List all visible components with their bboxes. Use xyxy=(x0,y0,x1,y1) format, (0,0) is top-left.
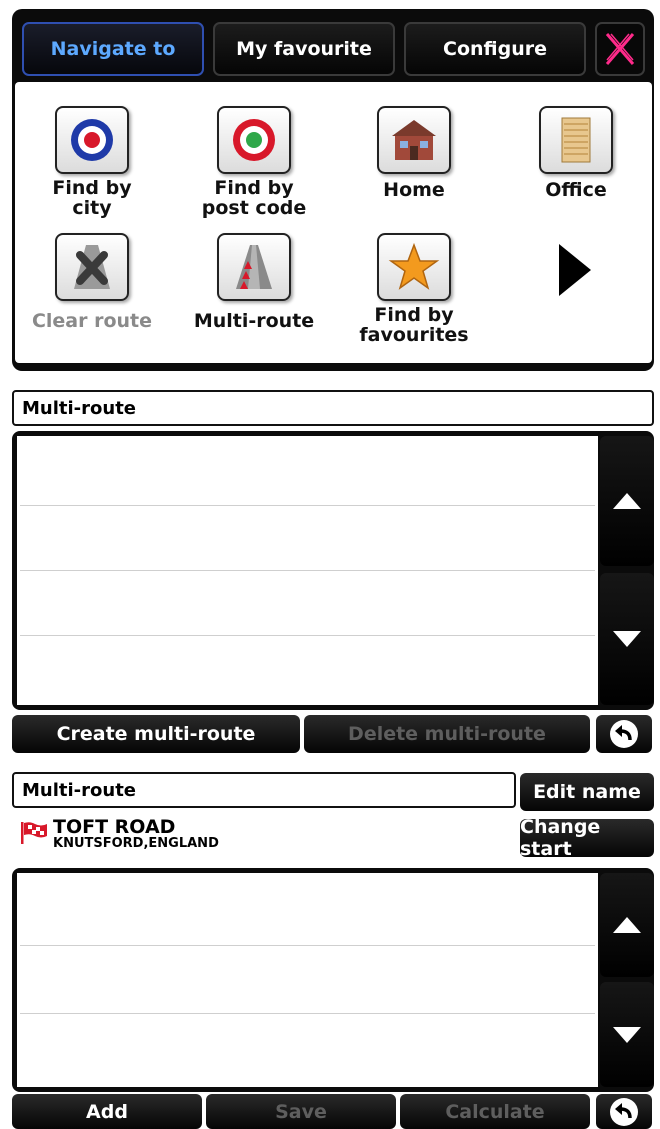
save-button[interactable]: Save xyxy=(206,1094,396,1129)
arrow-up-icon xyxy=(613,493,641,509)
close-icon xyxy=(605,33,635,65)
add-button[interactable]: Add xyxy=(12,1094,202,1129)
arrow-down-icon xyxy=(613,631,641,647)
office-button[interactable]: Office xyxy=(496,106,656,200)
next-page-button[interactable] xyxy=(555,242,595,298)
back-arrow-icon xyxy=(610,720,638,748)
home-button[interactable]: Home xyxy=(334,106,494,200)
find-by-favourites-button[interactable]: Find by favourites xyxy=(334,233,494,345)
list-divider xyxy=(20,945,595,946)
list-divider xyxy=(20,1013,595,1014)
clear-route-icon xyxy=(55,233,129,301)
scroll-up-button[interactable] xyxy=(600,436,654,566)
menu-item-label: city xyxy=(72,197,112,219)
waypoint-list-area[interactable] xyxy=(17,873,598,1087)
list-divider xyxy=(20,570,595,571)
scroll-down-button[interactable] xyxy=(600,573,654,705)
tab-my-favourite[interactable]: My favourite xyxy=(213,22,395,76)
tab-navigate-to[interactable]: Navigate to xyxy=(22,22,204,76)
menu-item-label: Find by xyxy=(52,177,132,199)
multi-route-button[interactable]: Multi-route xyxy=(174,233,334,331)
multi-route-icon xyxy=(217,233,291,301)
back-arrow-icon xyxy=(610,1097,638,1126)
list-divider xyxy=(20,635,595,636)
target-green-icon xyxy=(217,106,291,174)
close-button[interactable] xyxy=(595,22,645,76)
menu-item-label: favourites xyxy=(359,324,469,346)
back-button[interactable] xyxy=(596,1094,652,1129)
change-start-button[interactable]: Change start xyxy=(520,816,654,860)
route-name-field[interactable]: Multi-route xyxy=(12,772,516,808)
target-blue-icon xyxy=(55,106,129,174)
start-place: KNUTSFORD,ENGLAND xyxy=(53,836,219,851)
office-icon xyxy=(539,106,613,174)
edit-name-button[interactable]: Edit name xyxy=(520,773,654,811)
clear-route-button[interactable]: Clear route xyxy=(12,233,172,331)
tab-configure[interactable]: Configure xyxy=(404,22,586,76)
menu-item-label: Find by xyxy=(214,177,294,199)
menu-item-label: Home xyxy=(383,179,445,201)
calculate-button[interactable]: Calculate xyxy=(400,1094,590,1129)
find-by-city-button[interactable]: Find by city xyxy=(12,106,172,218)
start-street: TOFT ROAD xyxy=(53,816,176,838)
create-multi-route-button[interactable]: Create multi-route xyxy=(12,715,300,753)
menu-item-label: Multi-route xyxy=(193,310,315,332)
menu-item-label: Office xyxy=(545,179,607,201)
triangle-right-icon xyxy=(559,244,591,296)
scroll-up-button[interactable] xyxy=(600,873,654,977)
home-icon xyxy=(377,106,451,174)
menu-item-label: post code xyxy=(201,197,307,219)
scroll-down-button[interactable] xyxy=(600,982,654,1087)
back-button[interactable] xyxy=(596,715,652,753)
list-divider xyxy=(20,505,595,506)
multi-route-title: Multi-route xyxy=(12,390,654,426)
flag-icon xyxy=(20,821,50,845)
menu-item-label: Find by xyxy=(374,304,454,326)
arrow-up-icon xyxy=(613,917,641,933)
arrow-down-icon xyxy=(613,1026,641,1043)
delete-multi-route-button[interactable]: Delete multi-route xyxy=(304,715,590,753)
find-by-post-code-button[interactable]: Find by post code xyxy=(174,106,334,218)
menu-item-label: Clear route xyxy=(31,310,153,332)
star-icon xyxy=(377,233,451,301)
